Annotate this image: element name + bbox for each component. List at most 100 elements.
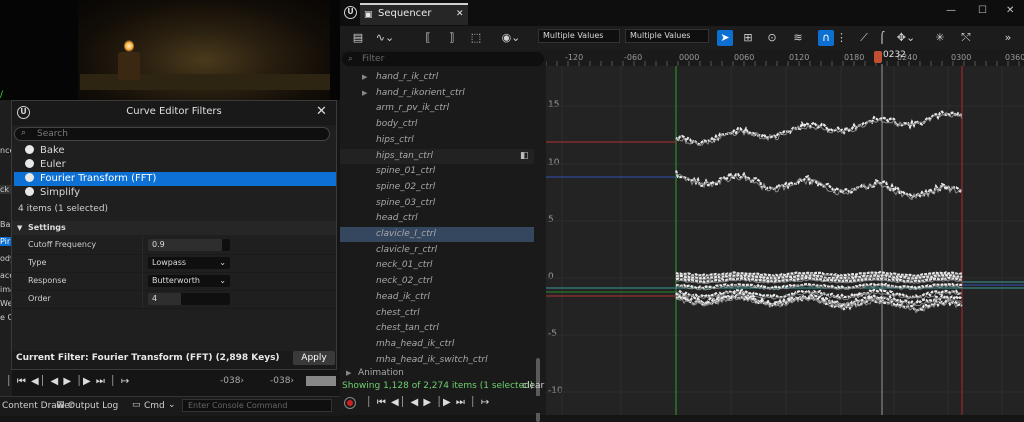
tree-item[interactable]: neck_01_ctrl xyxy=(340,258,534,273)
curve-graph-canvas[interactable] xyxy=(546,50,1024,415)
filter-item-euler[interactable]: Euler xyxy=(14,158,336,172)
left-transport-controls[interactable]: ⏐ ⏮ ◀⏐ ◀ ▶ ⏐▶ ⏭ ⏐ ↦ xyxy=(6,376,130,387)
flatten-icon[interactable]: ⌠ xyxy=(874,30,890,46)
viewport-gizmo: / xyxy=(0,90,4,100)
settings-section-header[interactable]: ▼ Settings xyxy=(12,221,336,235)
multi-scale-icon[interactable]: ≋ xyxy=(790,30,806,46)
tree-item[interactable]: ▶ hand_r_ikorient_ctrl xyxy=(340,86,534,101)
view-options-icon[interactable]: ◉⌄ xyxy=(498,30,524,46)
save-icon[interactable]: ▤ xyxy=(350,30,366,46)
filter-item-fft[interactable]: Fourier Transform (FFT) xyxy=(14,172,336,186)
tree-item[interactable]: spine_02_ctrl xyxy=(340,180,534,195)
property-label: Response xyxy=(28,276,67,285)
chevron-right-icon: ▶ xyxy=(362,88,368,97)
output-log-button[interactable]: Output Log xyxy=(68,401,118,411)
frame-field-start[interactable]: -038› xyxy=(220,376,244,386)
console-input[interactable]: Enter Console Command xyxy=(182,399,332,412)
tree-item-label: head_ik_ctrl xyxy=(376,291,430,302)
tree-item[interactable]: hips_ctrl xyxy=(340,133,534,148)
filter-item-label: Simplify xyxy=(40,187,81,198)
close-icon[interactable]: ✕ xyxy=(316,104,327,119)
user-tangent-icon[interactable]: ⤲ xyxy=(958,30,974,46)
frame-field-end[interactable]: -038› xyxy=(270,376,294,386)
status-bar: Content Drawer ▤ Output Log ▭ Cmd ⌄ Ente… xyxy=(0,396,340,416)
fit-all-icon[interactable]: ⬚ xyxy=(468,30,484,46)
chevron-down-icon: ⌄ xyxy=(219,276,226,285)
tab-bar: U ▣ Sequencer Curves ✕ — ☐ ✕ xyxy=(340,0,1024,37)
tree-item[interactable]: ▶ hand_r_ik_ctrl xyxy=(340,70,534,85)
key-time-field[interactable]: Multiple Values xyxy=(538,29,620,43)
close-icon[interactable]: ✕ xyxy=(456,5,464,23)
viewport-lamp xyxy=(118,52,140,80)
tree-item-label: arm_r_pv_ik_ctrl xyxy=(376,103,450,114)
curve-mode-icon[interactable]: ∿⌄ xyxy=(370,30,400,46)
order-field[interactable]: 4 xyxy=(148,293,230,305)
tree-item[interactable]: arm_r_pv_ik_ctrl xyxy=(340,101,534,116)
transport-icons[interactable]: ⏐ ⏮ ◀⏐ ◀ ▶ ⏐▶ ⏭ ⏐ ↦ xyxy=(366,397,490,408)
tree-item[interactable]: hips_tan_ctrl ◧ xyxy=(340,148,534,164)
fit-vertical-icon[interactable]: ⟧ xyxy=(444,30,460,46)
tree-item-label: chest_tan_ctrl xyxy=(376,323,439,334)
tree-item[interactable]: clavicle_l_ctrl xyxy=(340,227,534,242)
filter-search-input[interactable]: ⌕ Search xyxy=(14,127,330,141)
record-icon[interactable] xyxy=(344,397,356,409)
retime-tool-icon[interactable]: ⊙ xyxy=(764,30,780,46)
more-options-icon[interactable]: » xyxy=(1000,30,1016,46)
filter-item-label: Euler xyxy=(40,159,66,170)
snap-icon[interactable]: ∩ xyxy=(818,30,834,46)
tree-item[interactable]: mha_head_ik_ctrl xyxy=(340,337,534,352)
tree-item[interactable]: clavicle_r_ctrl xyxy=(340,243,534,258)
minimize-icon[interactable]: — xyxy=(946,5,956,16)
tree-item-label: neck_01_ctrl xyxy=(376,260,433,271)
tree-item[interactable]: chest_tan_ctrl xyxy=(340,321,534,336)
filter-item-bake[interactable]: Bake xyxy=(14,144,336,158)
transform-tool-icon[interactable]: ⊞ xyxy=(740,30,756,46)
tab-sequencer-curves[interactable]: ▣ Sequencer Curves ✕ xyxy=(360,3,468,37)
dialog-titlebar[interactable]: U Curve Editor Filters ✕ xyxy=(12,101,336,125)
tree-item[interactable]: chest_ctrl xyxy=(340,306,534,321)
output-log-icon: ▤ xyxy=(56,400,65,410)
tree-item[interactable]: head_ctrl xyxy=(340,211,534,226)
tree-item-animation[interactable]: ▶ Animation xyxy=(340,366,534,381)
key-value-field[interactable]: Multiple Values xyxy=(625,29,709,43)
tree-item[interactable]: body_ctrl xyxy=(340,117,534,132)
sequencer-curves-window: U ▣ Sequencer Curves ✕ — ☐ ✕ ▤ ∿⌄ ⟦ ⟧ ⬚ … xyxy=(340,0,1024,422)
type-dropdown[interactable]: Lowpass ⌄ xyxy=(148,257,230,269)
tree-item-label: Animation xyxy=(358,368,404,378)
select-tool-icon[interactable]: ➤ xyxy=(717,30,733,46)
tree-filter-input[interactable]: ⌕ Filter xyxy=(342,52,544,66)
playhead-frame-label: 0232 xyxy=(883,50,906,60)
move-tool-icon[interactable]: ✥⌄ xyxy=(894,30,918,46)
tree-item[interactable]: head_ik_ctrl xyxy=(340,290,534,305)
tree-item-label: mha_head_ik_ctrl xyxy=(376,338,455,349)
tree-item-label: hips_tan_ctrl xyxy=(376,150,434,161)
viewport-flame xyxy=(124,40,134,52)
close-window-icon[interactable]: ✕ xyxy=(1006,5,1014,16)
property-label: Cutoff Frequency xyxy=(28,240,97,249)
snap-options-icon[interactable]: ⋮ xyxy=(836,30,847,46)
maximize-icon[interactable]: ☐ xyxy=(978,5,987,16)
response-dropdown[interactable]: Butterworth ⌄ xyxy=(148,275,230,287)
property-order: Order 4 xyxy=(12,290,336,309)
animation-curve xyxy=(674,170,963,199)
tangent-icon[interactable]: ⟋ xyxy=(856,30,872,46)
chevron-right-icon: ▶ xyxy=(362,73,368,81)
cmd-dropdown[interactable]: Cmd xyxy=(144,401,165,411)
fit-horizontal-icon[interactable]: ⟦ xyxy=(420,30,436,46)
cutoff-frequency-field[interactable]: 0.9 xyxy=(148,239,230,251)
curve-editor-filters-dialog: U Curve Editor Filters ✕ ⌕ Search Bake E… xyxy=(11,100,337,370)
key-icon[interactable]: ◧ xyxy=(520,149,529,164)
tree-item[interactable]: spine_01_ctrl xyxy=(340,164,534,179)
tree-item-label: chest_ctrl xyxy=(376,307,420,318)
curve-graph[interactable]: -120 -060 0000 0060 0120 0180 0240 0300 0360 15 1… xyxy=(546,50,1024,415)
apply-button[interactable]: Apply xyxy=(293,351,335,365)
tree-item[interactable]: spine_03_ctrl xyxy=(340,196,534,211)
level-viewport[interactable]: / xyxy=(0,0,340,100)
timeline-scrub-bar[interactable] xyxy=(306,376,336,386)
clear-selection-link[interactable]: clear xyxy=(522,381,544,391)
right-transport-controls[interactable]: ⏐ ⏮ ◀⏐ ◀ ▶ ⏐▶ ⏭ ⏐ ↦ xyxy=(340,396,546,413)
tree-item[interactable]: neck_02_ctrl xyxy=(340,274,534,289)
playhead-handle[interactable] xyxy=(874,51,882,63)
filter-item-simplify[interactable]: Simplify xyxy=(14,186,336,200)
auto-tangent-icon[interactable]: ✳ xyxy=(932,30,948,46)
